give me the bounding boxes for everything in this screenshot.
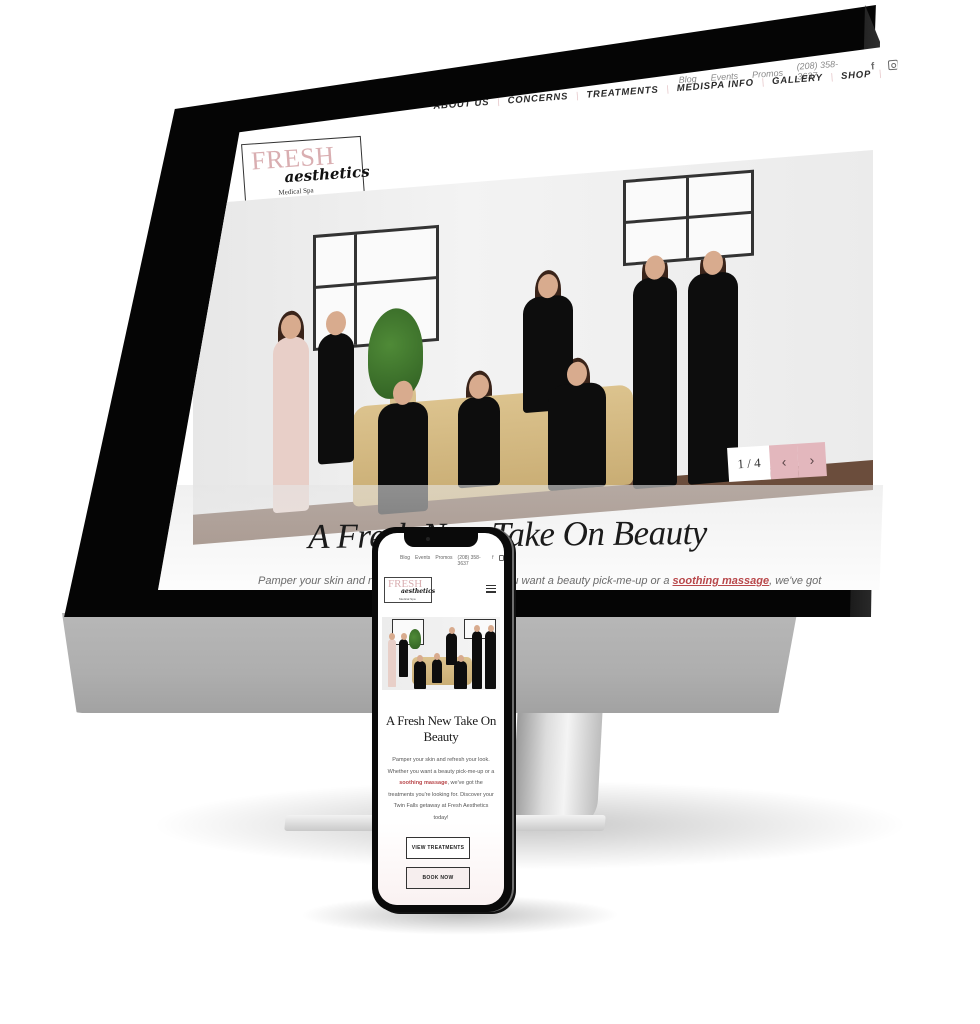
mobile-intro-end: , we've got the treatments you're lookin… bbox=[388, 780, 494, 821]
mobile-website-screen: Blog Events Promos (208) 358-3637 f FRES… bbox=[378, 533, 504, 905]
team-member bbox=[472, 623, 482, 689]
hero-window bbox=[623, 169, 754, 267]
mobile-facebook-icon[interactable]: f bbox=[492, 555, 493, 567]
nav-separator: | bbox=[666, 83, 670, 94]
mobile-intro-start: Pamper your skin and refresh your look. … bbox=[387, 757, 495, 775]
mobile-book-now-button[interactable]: BOOK NOW bbox=[406, 867, 470, 889]
team-member bbox=[446, 625, 457, 665]
hero-plant bbox=[409, 629, 421, 649]
view-treatments-button[interactable]: VIEW TREATMENTS bbox=[406, 837, 470, 859]
team-member bbox=[318, 306, 354, 465]
nav-separator: | bbox=[575, 90, 579, 101]
slider-controls: 1 / 4 ‹ › bbox=[727, 442, 827, 482]
mobile-topbar-link-blog[interactable]: Blog bbox=[400, 555, 410, 567]
mobile-logo-tagline: Medical Spa bbox=[399, 597, 416, 601]
intro-text-end: , we've got bbox=[769, 575, 822, 587]
mobile-topbar-link-events[interactable]: Events bbox=[415, 555, 430, 567]
mobile-hero-headline: A Fresh New Take On Beauty bbox=[385, 713, 497, 744]
team-member bbox=[414, 653, 426, 689]
team-member bbox=[458, 369, 500, 489]
slider-next-button[interactable]: › bbox=[796, 442, 827, 478]
mobile-logo-script: aesthetics bbox=[401, 588, 436, 595]
soothing-massage-link[interactable]: soothing massage bbox=[673, 575, 770, 587]
iphone-device: Blog Events Promos (208) 358-3637 f FRES… bbox=[372, 527, 512, 912]
slider-prev-button[interactable]: ‹ bbox=[768, 443, 799, 480]
nav-treatments[interactable]: TREATMENTS bbox=[586, 84, 659, 100]
team-member bbox=[633, 250, 677, 490]
mobile-utility-bar: Blog Events Promos (208) 358-3637 f bbox=[400, 555, 504, 567]
nav-gallery[interactable]: GALLERY bbox=[772, 72, 823, 87]
mobile-intro-text: Pamper your skin and refresh your look. … bbox=[386, 755, 496, 824]
intro-text: Pamper your skin and refresh your look. … bbox=[258, 575, 821, 587]
team-member bbox=[485, 623, 496, 689]
nav-separator: | bbox=[830, 71, 834, 82]
nav-separator: | bbox=[761, 76, 765, 87]
team-member bbox=[454, 653, 467, 689]
mobile-hero-image bbox=[382, 617, 500, 690]
phone-notch bbox=[404, 533, 478, 547]
mobile-phone-number-link[interactable]: (208) 358-3637 bbox=[458, 555, 488, 567]
team-member bbox=[432, 651, 442, 683]
team-member bbox=[548, 356, 606, 492]
front-camera-icon bbox=[426, 537, 430, 541]
mobile-content-gradient bbox=[378, 823, 504, 905]
mobile-site-logo[interactable]: FRESH aesthetics Medical Spa bbox=[384, 577, 436, 603]
device-mockup-scene: Blog Events Promos (208) 358-3637 f FRES… bbox=[0, 0, 980, 1024]
mobile-soothing-massage-link[interactable]: soothing massage bbox=[399, 780, 447, 786]
nav-separator: | bbox=[878, 68, 882, 79]
mobile-topbar-link-promos[interactable]: Promos bbox=[435, 555, 452, 567]
mobile-instagram-icon[interactable] bbox=[498, 555, 504, 561]
team-member bbox=[399, 631, 408, 677]
team-member bbox=[388, 631, 396, 687]
slide-counter: 1 / 4 bbox=[727, 445, 772, 482]
nav-shop[interactable]: SHOP bbox=[841, 68, 872, 81]
hamburger-menu-icon[interactable] bbox=[486, 585, 496, 593]
